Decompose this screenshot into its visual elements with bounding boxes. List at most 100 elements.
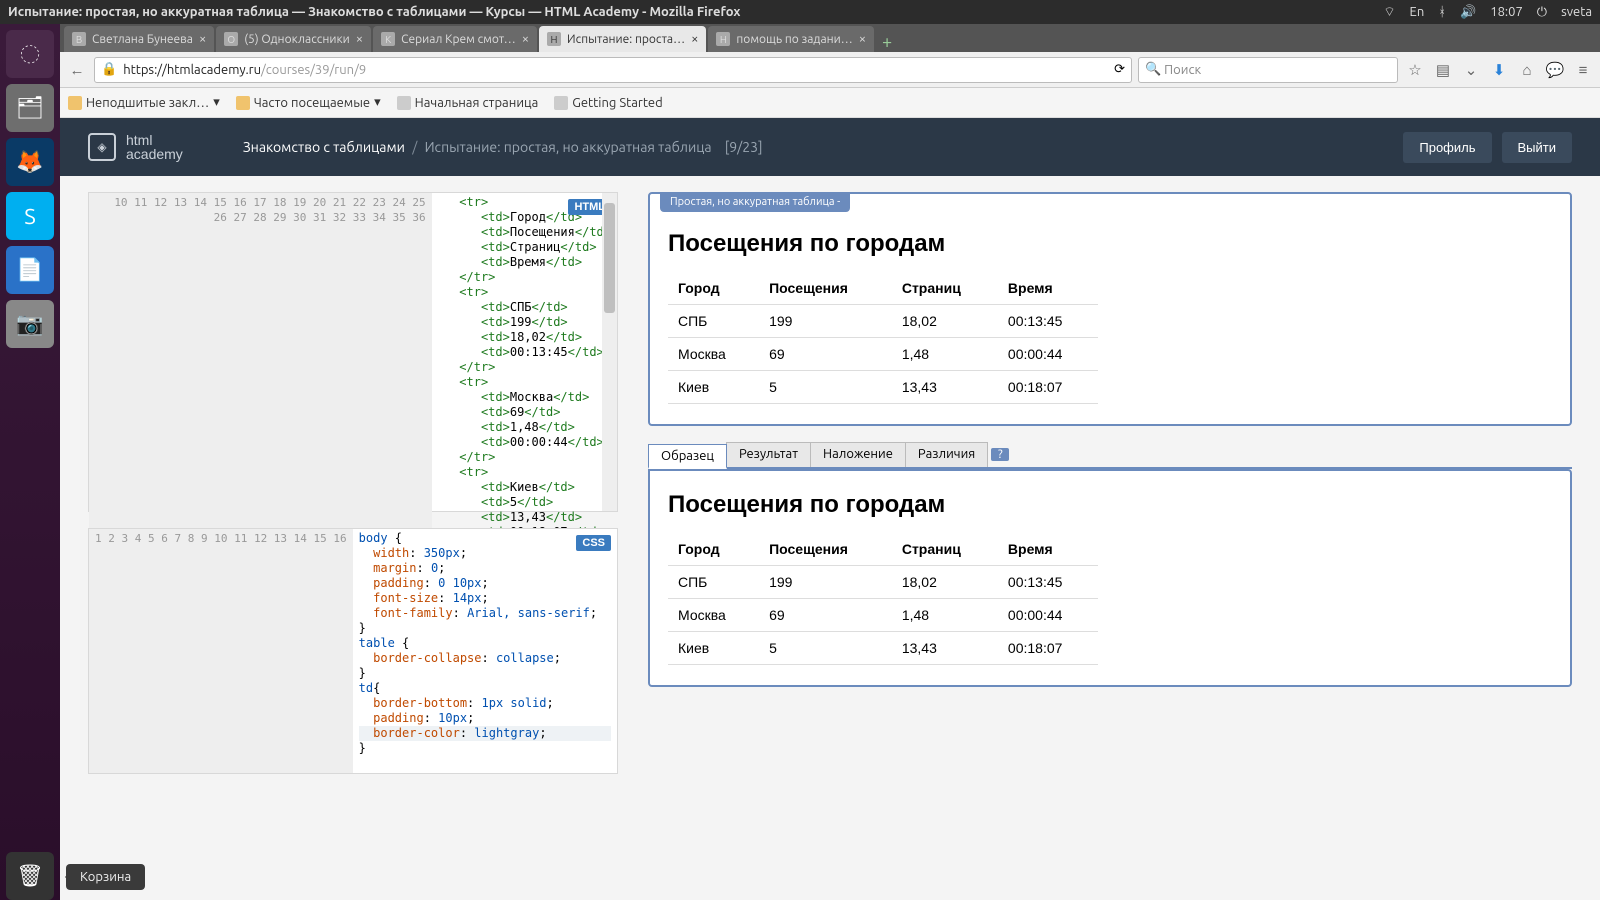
new-tab-button[interactable]: +	[876, 32, 898, 52]
library-icon[interactable]: ▤	[1432, 61, 1454, 79]
browser-tab[interactable]: Hпомощь по задани…×	[708, 26, 874, 52]
logo-text-2: academy	[126, 147, 183, 161]
bookmark-item[interactable]: Неподшитые закл… ▾	[68, 95, 220, 110]
help-button[interactable]: ?	[991, 448, 1009, 461]
table-row: Киев513,4300:18:07	[668, 371, 1098, 404]
tab-label: Сериал Крем смот…	[401, 33, 516, 46]
table-row: Киев513,4300:18:07	[668, 632, 1098, 665]
htmlacademy-main: HTML 10 11 12 13 14 15 16 17 18 19 20 21…	[60, 176, 1600, 900]
col-header: Посещения	[759, 533, 892, 566]
trash-icon[interactable]: 🗑	[6, 852, 54, 900]
result-tab[interactable]: Результат	[726, 442, 811, 467]
result-title: Посещения по городам	[668, 491, 1552, 519]
folder-icon	[68, 96, 82, 110]
writer-icon[interactable]: 📄	[6, 246, 54, 294]
bookmark-label: Начальная страница	[415, 96, 539, 110]
css-editor[interactable]: CSS 1 2 3 4 5 6 7 8 9 10 11 12 13 14 15 …	[88, 528, 618, 774]
tab-label: Испытание: проста…	[567, 33, 685, 46]
tab-label: (5) Одноклассники	[244, 33, 349, 46]
favicon-icon: H	[547, 32, 561, 46]
bookmark-item[interactable]: Начальная страница	[397, 96, 539, 110]
page-icon	[397, 96, 411, 110]
result-tab[interactable]: Наложение	[810, 442, 906, 467]
result-tab[interactable]: Образец	[648, 444, 727, 469]
css-editor-tag: CSS	[576, 535, 611, 551]
volume-icon[interactable]: 🔊	[1460, 5, 1476, 20]
search-placeholder: Поиск	[1164, 63, 1201, 77]
clock[interactable]: 18:07	[1490, 5, 1523, 19]
browser-tabstrip: B Светлана Бунеева × O (5) Одноклассники × K Се…	[60, 24, 1600, 52]
col-header: Город	[668, 272, 759, 305]
power-icon[interactable]: ⏻	[1537, 5, 1547, 20]
profile-button[interactable]: Профиль	[1403, 132, 1491, 163]
downloads-icon[interactable]: ⬇	[1488, 61, 1510, 79]
bookmark-item[interactable]: Getting Started	[554, 96, 662, 110]
result-table: ГородПосещенияСтраницВремяСПБ19918,0200:…	[668, 533, 1098, 665]
screenshot-icon[interactable]: 📷	[6, 300, 54, 348]
result-panel: ОбразецРезультатНаложениеРазличия? Посещ…	[648, 442, 1572, 687]
logout-button[interactable]: Выйти	[1502, 132, 1573, 163]
table-row: Москва691,4800:00:44	[668, 599, 1098, 632]
browser-tab[interactable]: H Испытание: проста… ×	[539, 26, 706, 52]
tab-label: Светлана Бунеева	[92, 33, 193, 46]
search-bar[interactable]: 🔍 Поиск	[1138, 57, 1398, 83]
table-row: СПБ19918,0200:13:45	[668, 305, 1098, 338]
col-header: Страниц	[892, 272, 998, 305]
close-icon[interactable]: ×	[199, 32, 206, 46]
bookmark-star-icon[interactable]: ☆	[1404, 61, 1426, 79]
favicon-icon: B	[72, 32, 86, 46]
back-button[interactable]: ←	[66, 61, 88, 79]
unity-launcher: ◌ 🗂 🦊 S 📄 📷 🗑	[0, 24, 60, 900]
keyboard-layout[interactable]: En	[1410, 5, 1425, 19]
preview-table: ГородПосещенияСтраницВремяСПБ19918,0200:…	[668, 272, 1098, 404]
close-icon[interactable]: ×	[356, 32, 363, 46]
firefox-icon[interactable]: 🦊	[6, 138, 54, 186]
col-header: Посещения	[759, 272, 892, 305]
bookmark-label: Getting Started	[572, 96, 662, 110]
preview-title: Посещения по городам	[668, 230, 1552, 258]
skype-icon[interactable]: S	[6, 192, 54, 240]
home-icon[interactable]: ⌂	[1516, 61, 1538, 79]
url-path: /courses/39/run/9	[261, 63, 366, 77]
col-header: Город	[668, 533, 759, 566]
os-menubar: Испытание: простая, но аккуратная таблиц…	[0, 0, 1600, 24]
htmlacademy-header: ◈ html academy Знакомство с таблицами / …	[60, 118, 1600, 176]
browser-toolbar: ← 🔒 https://htmlacademy.ru/courses/39/ru…	[60, 52, 1600, 88]
url-bar[interactable]: 🔒 https://htmlacademy.ru/courses/39/run/…	[94, 57, 1132, 83]
bluetooth-icon[interactable]: ᚼ	[1438, 5, 1446, 19]
dash-icon[interactable]: ◌	[6, 30, 54, 78]
window-title: Испытание: простая, но аккуратная таблиц…	[8, 5, 1383, 19]
menu-icon[interactable]: ≡	[1572, 61, 1594, 79]
breadcrumb-course[interactable]: Знакомство с таблицами	[243, 139, 405, 155]
files-icon[interactable]: 🗂	[6, 84, 54, 132]
close-icon[interactable]: ×	[859, 32, 866, 46]
chat-icon[interactable]: 💬	[1544, 61, 1566, 79]
result-tabs: ОбразецРезультатНаложениеРазличия?	[648, 442, 1572, 469]
bookmark-label: Часто посещаемые	[254, 96, 370, 110]
browser-tab[interactable]: B Светлана Бунеева ×	[64, 26, 214, 52]
scrollbar[interactable]	[602, 193, 617, 511]
breadcrumb-count: [9/23]	[725, 139, 763, 155]
reference-preview: Простая, но аккуратная таблица - Посещен…	[648, 192, 1572, 426]
browser-tab[interactable]: K Сериал Крем смот… ×	[373, 26, 537, 52]
pocket-icon[interactable]: ⌄	[1460, 61, 1482, 79]
bookmarks-bar: Неподшитые закл… ▾ Часто посещаемые ▾ Нача…	[60, 88, 1600, 118]
close-icon[interactable]: ×	[522, 32, 529, 46]
browser-tab[interactable]: O (5) Одноклассники ×	[216, 26, 371, 52]
logo-text-1: html	[126, 133, 183, 147]
table-row: СПБ19918,0200:13:45	[668, 566, 1098, 599]
html-editor[interactable]: HTML 10 11 12 13 14 15 16 17 18 19 20 21…	[88, 192, 618, 512]
favicon-icon: O	[224, 32, 238, 46]
favicon-icon: K	[381, 32, 395, 46]
user-label[interactable]: sveta	[1561, 5, 1592, 19]
logo[interactable]: ◈ html academy	[88, 133, 183, 161]
wifi-icon[interactable]: ⌔	[1383, 4, 1395, 20]
folder-icon	[236, 96, 250, 110]
reload-button[interactable]: ⟳	[1114, 62, 1125, 77]
chevron-down-icon: ▾	[213, 95, 220, 110]
bookmark-item[interactable]: Часто посещаемые ▾	[236, 95, 381, 110]
close-icon[interactable]: ×	[691, 32, 698, 46]
result-tab[interactable]: Различия	[905, 442, 988, 467]
tab-label: помощь по задани…	[736, 33, 852, 46]
lock-icon: 🔒	[101, 62, 117, 77]
